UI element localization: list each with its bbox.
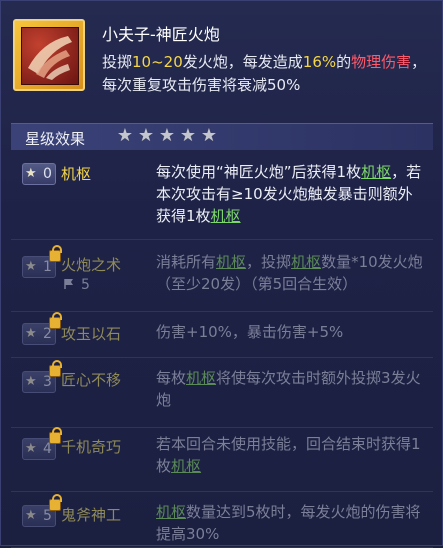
lock-icon [49, 245, 62, 262]
star-icon: ★ [25, 374, 37, 389]
star-effect-name: 机枢 [61, 165, 92, 183]
star-effect-row[interactable]: ★ 4 千机奇巧 若本回合未使用技能，回合结束时获得1枚机枢 [11, 427, 433, 492]
skill-description: 投掷10~20发火炮，每发造成16%的物理伤害，每次重复攻击伤害将衰减50% [102, 51, 432, 97]
star-level-badge: ★ 0 [22, 163, 56, 185]
star-effect-name: 匠心不移 [61, 371, 122, 389]
star-effect-row[interactable]: ★ 3 匠心不移 每枚机枢将使每次攻击时额外投掷3发火炮 [11, 357, 433, 428]
description-text: 消耗所有 [156, 253, 217, 271]
skill-detail-panel: 小夫子-神匠火炮 投掷10~20发火炮，每发造成16%的物理伤害，每次重复攻击伤… [0, 0, 443, 548]
star-icon: ★ [179, 125, 197, 146]
description-text: 每枚 [156, 369, 187, 387]
skill-desc-segment: 发火炮，每发造成 [182, 53, 303, 71]
star-effect-description: 每次使用“神匠火炮”后获得1枚机枢，若本次攻击有≥10发火炮触发暴击则额外获得1… [156, 161, 426, 227]
star-effect-row[interactable]: ★ 0 机枢 每次使用“神匠火炮”后获得1枚机枢，若本次攻击有≥10发火炮触发暴击则额… [11, 151, 433, 240]
star-level-number: 0 [43, 166, 52, 182]
keyword-link[interactable]: 机枢 [211, 207, 241, 225]
skill-title: 小夫子-神匠火炮 [102, 25, 220, 44]
unlock-turn-meta: 5 [63, 277, 90, 293]
star-effect-description: 伤害+10%，暴击伤害+5% [156, 321, 426, 343]
cannon-fire-icon [13, 19, 85, 91]
description-text: 伤害+10%，暴击伤害+5% [156, 323, 344, 341]
lock-icon [49, 312, 62, 329]
lock-icon [49, 494, 62, 511]
star-icon: ★ [25, 441, 37, 456]
star-effect-name: 攻玉以石 [61, 325, 122, 343]
skill-desc-segment: 的 [336, 53, 352, 71]
star-icon: ★ [137, 125, 155, 146]
lock-icon [49, 360, 62, 377]
star-icon: ★ [116, 125, 134, 146]
star-icon: ★ [200, 125, 218, 146]
star-icon: ★ [25, 508, 37, 523]
star-effect-description: 若本回合未使用技能，回合结束时获得1枚机枢 [156, 433, 426, 477]
star-effect-description: 机枢数量达到5枚时，每发火炮的伤害将提高30% [156, 501, 426, 545]
star-effect-description: 消耗所有机枢，投掷机枢数量*10发火炮（至少20发）（第5回合生效） [156, 251, 426, 295]
star-icon: ★ [25, 326, 37, 341]
description-text: ，投掷 [246, 253, 292, 271]
star-effect-row[interactable]: ★ 5 鬼斧神工 机枢数量达到5枚时，每发火炮的伤害将提高30% [11, 491, 433, 548]
skill-desc-segment: 投掷 [102, 53, 133, 71]
description-text: 数量达到5枚时，每发火炮的伤害将提高30% [156, 503, 421, 543]
unlock-turn-value: 5 [81, 277, 90, 293]
cannon-fire-glyph [28, 36, 72, 80]
keyword-link[interactable]: 机枢 [216, 253, 246, 271]
description-text: 每次使用“神匠火炮”后获得1枚 [156, 163, 362, 181]
star-rating: ★ ★ ★ ★ ★ [115, 126, 219, 146]
star-effect-header: 星级效果 ★ ★ ★ ★ ★ [11, 123, 433, 150]
skill-desc-segment: 16% [302, 53, 337, 71]
star-icon: ★ [25, 259, 37, 274]
keyword-link[interactable]: 机枢 [171, 457, 201, 475]
star-icon: ★ [25, 166, 37, 181]
keyword-link[interactable]: 机枢 [361, 163, 391, 181]
flag-icon [64, 279, 73, 289]
star-effect-name: 千机奇巧 [61, 438, 122, 456]
skill-desc-segment: 10~20 [132, 53, 183, 71]
keyword-link[interactable]: 机枢 [186, 369, 216, 387]
keyword-link[interactable]: 机枢 [291, 253, 321, 271]
star-effect-row[interactable]: ★ 2 攻玉以石 伤害+10%，暴击伤害+5% [11, 311, 433, 358]
skill-desc-segment: 物理伤害 [351, 53, 412, 71]
lock-icon [49, 427, 62, 444]
star-effect-row[interactable]: ★ 1 火炮之术 5 消耗所有机枢，投掷机枢数量*10发火炮（至少20发）（第5回合生效… [11, 239, 433, 312]
keyword-link[interactable]: 机枢 [156, 503, 186, 521]
star-effect-title: 星级效果 [25, 130, 86, 148]
star-effect-name: 火炮之术 [61, 256, 122, 274]
star-effect-name: 鬼斧神工 [61, 506, 122, 524]
star-effect-description: 每枚机枢将使每次攻击时额外投掷3发火炮 [156, 367, 426, 411]
star-icon: ★ [158, 125, 176, 146]
